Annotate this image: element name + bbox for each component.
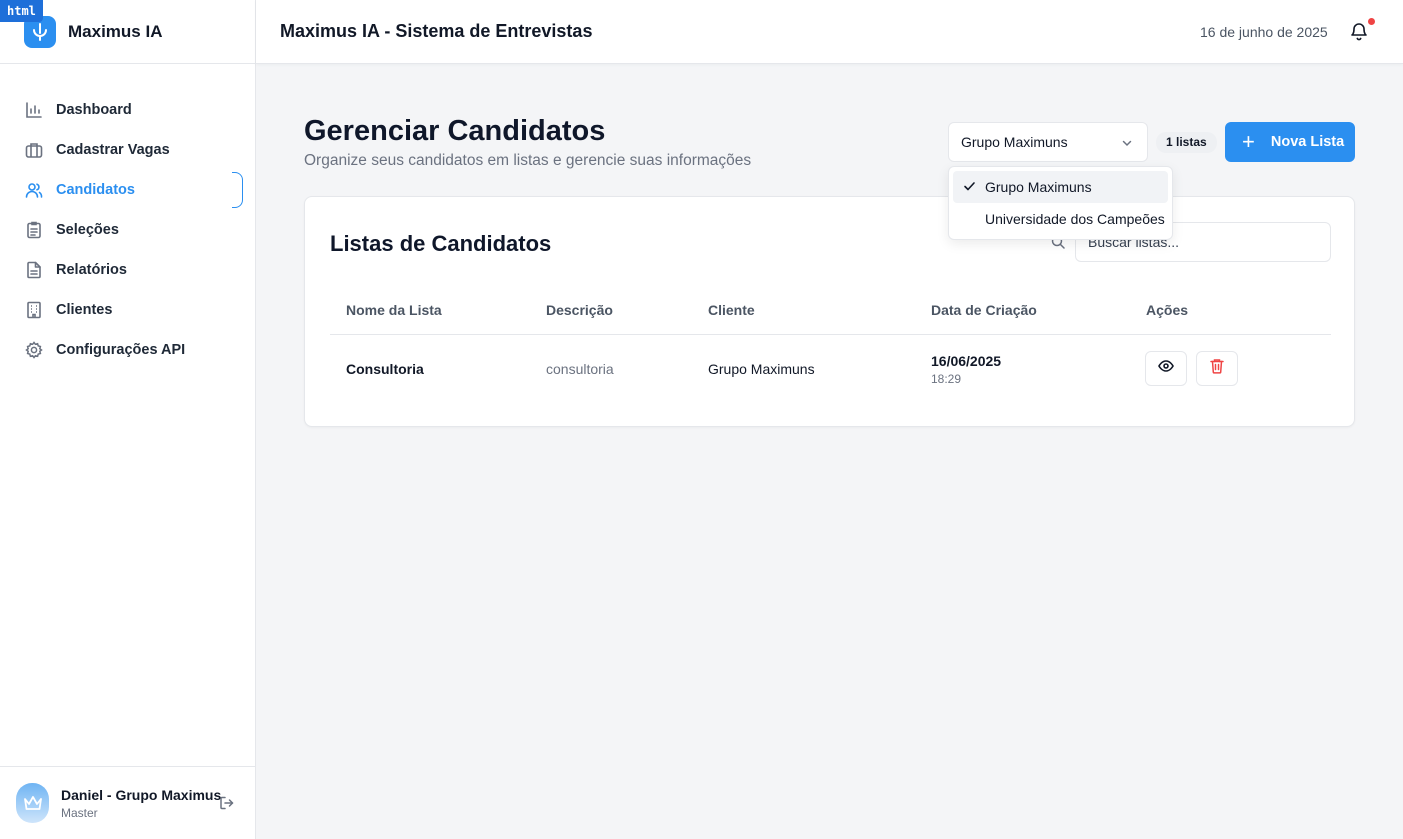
crown-icon: [16, 783, 49, 823]
column-header-name[interactable]: Nome da Lista: [346, 302, 442, 318]
sidebar-item-label: Seleções: [56, 222, 119, 238]
app-title: Maximus IA - Sistema de Entrevistas: [280, 21, 593, 41]
delete-button[interactable]: [1196, 351, 1238, 386]
sidebar-item-label: Cadastrar Vagas: [56, 142, 170, 158]
option-label: Grupo Maximuns: [985, 179, 1092, 195]
file-text-icon: [24, 260, 44, 280]
sidebar: Maximus IA Dashboard Cadastrar Vagas Can…: [0, 0, 256, 839]
eye-icon: [1158, 358, 1174, 379]
new-list-label: Nova Lista: [1270, 134, 1345, 150]
row-client: Grupo Maximuns: [708, 361, 815, 377]
page-subtitle: Organize seus candidatos em listas e ger…: [304, 152, 752, 169]
row-description: consultoria: [546, 361, 614, 377]
row-name: Consultoria: [346, 361, 424, 377]
column-header-date[interactable]: Data de Criação: [931, 302, 1037, 318]
brand-name: Maximus IA: [68, 21, 163, 41]
topbar: Maximus IA - Sistema de Entrevistas 16 d…: [256, 0, 1403, 64]
row-time: 18:29: [931, 372, 962, 386]
client-dropdown-menu: Grupo Maximuns Universidade dos Campeões: [948, 166, 1173, 240]
sidebar-item-candidatos[interactable]: Candidatos: [0, 170, 243, 210]
gear-icon: [24, 340, 44, 360]
client-select-value: Grupo Maximuns: [961, 134, 1068, 150]
notification-dot: [1368, 18, 1375, 25]
row-date: 16/06/2025: [931, 353, 1002, 369]
sidebar-item-label: Configurações API: [56, 342, 186, 358]
building-icon: [24, 300, 44, 320]
client-option-universidade-dos-campeoes[interactable]: Universidade dos Campeões: [953, 203, 1168, 235]
sidebar-item-label: Relatórios: [56, 262, 127, 278]
logout-icon[interactable]: [219, 795, 235, 816]
column-header-client[interactable]: Cliente: [708, 302, 755, 318]
trash-icon: [1210, 358, 1224, 379]
sidebar-item-label: Candidatos: [56, 182, 135, 198]
client-select[interactable]: Grupo Maximuns: [948, 122, 1148, 162]
sidebar-item-label: Clientes: [56, 302, 113, 318]
sidebar-item-configuracoes-api[interactable]: Configurações API: [0, 330, 243, 370]
column-header-actions: Ações: [1146, 302, 1189, 318]
list-count-badge: 1 listas: [1156, 132, 1217, 153]
sidebar-item-dashboard[interactable]: Dashboard: [0, 90, 243, 130]
user-profile[interactable]: Daniel - Grupo Maximus Master: [0, 766, 256, 839]
sidebar-item-cadastrar-vagas[interactable]: Cadastrar Vagas: [0, 130, 243, 170]
users-icon: [24, 180, 44, 200]
lists-card: Listas de Candidatos Nome da Lista Descr…: [304, 196, 1355, 427]
client-option-grupo-maximuns[interactable]: Grupo Maximuns: [953, 171, 1168, 203]
table-divider: [330, 334, 1331, 335]
column-header-description[interactable]: Descrição: [546, 302, 613, 318]
clipboard-list-icon: [24, 220, 44, 240]
page-title: Gerenciar Candidatos: [304, 115, 606, 147]
sidebar-item-relatorios[interactable]: Relatórios: [0, 250, 243, 290]
sidebar-item-clientes[interactable]: Clientes: [0, 290, 243, 330]
plus-icon: +: [1242, 129, 1255, 154]
card-title: Listas de Candidatos: [330, 231, 552, 256]
sidebar-nav: Dashboard Cadastrar Vagas Candidatos Sel…: [0, 64, 255, 370]
view-button[interactable]: [1145, 351, 1187, 386]
sidebar-item-selecoes[interactable]: Seleções: [0, 210, 243, 250]
user-role: Master: [61, 805, 98, 820]
chevron-down-icon: [1121, 136, 1133, 152]
briefcase-icon: [24, 140, 44, 160]
bell-icon[interactable]: [1350, 22, 1368, 47]
bar-chart-icon: [24, 100, 44, 120]
new-list-button[interactable]: + Nova Lista: [1225, 122, 1355, 162]
user-info: Daniel - Grupo Maximus Master: [61, 787, 221, 820]
check-icon: [963, 180, 976, 196]
sidebar-item-label: Dashboard: [56, 102, 132, 118]
html-tag-label: html: [0, 0, 43, 22]
current-date: 16 de junho de 2025: [1200, 24, 1328, 40]
user-name: Daniel - Grupo Maximus: [61, 786, 222, 803]
option-label: Universidade dos Campeões: [985, 211, 1165, 227]
